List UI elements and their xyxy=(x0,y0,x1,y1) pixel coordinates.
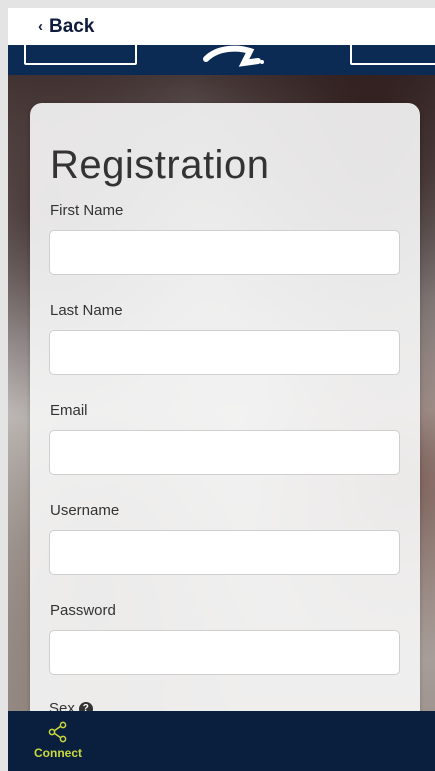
first-name-field[interactable] xyxy=(49,230,400,275)
connect-label: Connect xyxy=(34,746,82,760)
share-icon xyxy=(48,721,67,743)
header-right-button[interactable] xyxy=(350,45,435,65)
password-label: Password xyxy=(50,602,116,619)
username-label: Username xyxy=(50,502,120,519)
chevron-left-icon: ‹ xyxy=(38,18,43,35)
last-name-field[interactable] xyxy=(49,330,400,375)
back-button[interactable]: ‹ Back xyxy=(38,16,94,38)
first-name-label: First Name xyxy=(50,202,124,219)
nav-connect[interactable]: Connect xyxy=(33,721,83,760)
password-field[interactable] xyxy=(49,630,400,675)
email-field[interactable] xyxy=(49,430,400,475)
bottom-nav: Connect xyxy=(8,711,435,771)
page-title: Registration xyxy=(50,143,270,187)
team-logo xyxy=(203,45,264,67)
username-field[interactable] xyxy=(49,530,400,575)
email-label: Email xyxy=(50,402,88,419)
top-bar: ‹ Back xyxy=(8,8,435,45)
site-header xyxy=(8,45,435,75)
registration-card: Registration First Name Last Name Email … xyxy=(30,103,420,743)
header-left-button[interactable] xyxy=(24,45,137,65)
back-label: Back xyxy=(49,15,95,37)
last-name-label: Last Name xyxy=(50,302,123,319)
